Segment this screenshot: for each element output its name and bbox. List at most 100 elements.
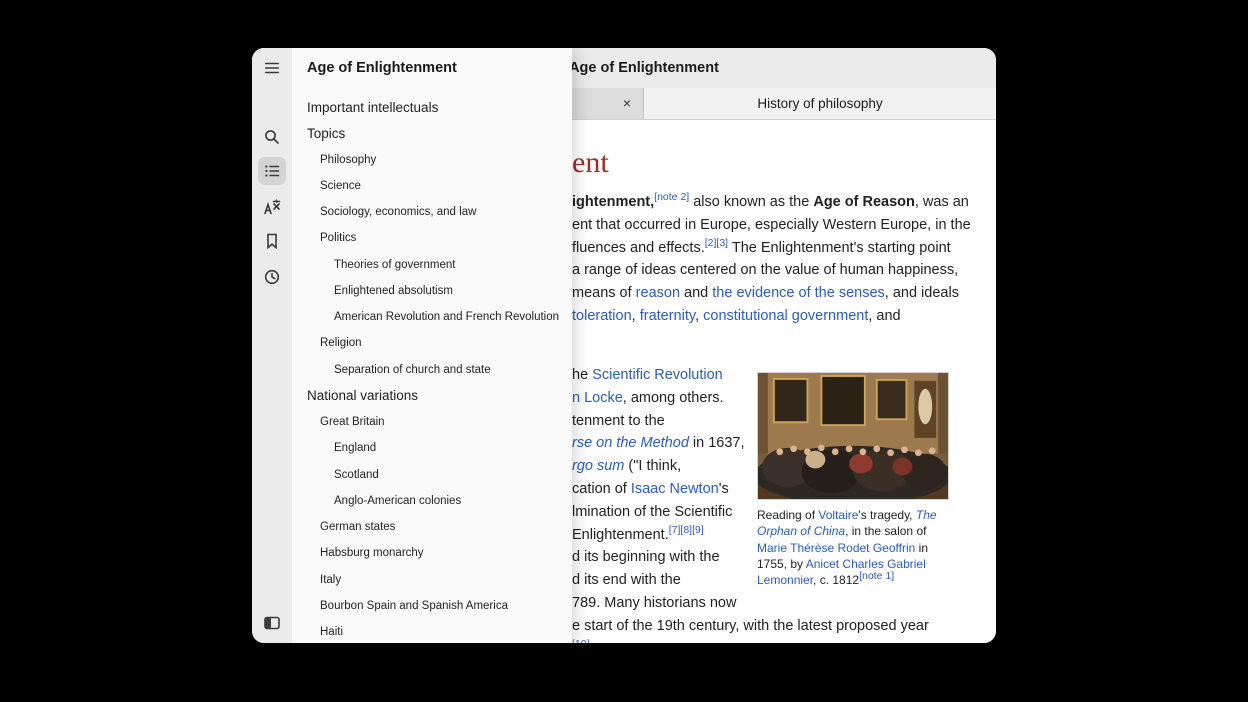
toc-title: Age of Enlightenment xyxy=(307,48,457,88)
text-run: The Enlightenment's starting point xyxy=(728,240,951,256)
text-link[interactable]: Voltaire xyxy=(818,508,858,522)
article-line: means of reason and the evidence of the … xyxy=(572,282,971,305)
sidebar xyxy=(252,48,292,643)
toc-item[interactable]: Religion xyxy=(292,330,572,356)
text-run: ("I think, xyxy=(624,458,681,474)
toc-item[interactable]: Haiti xyxy=(292,619,572,643)
history-button[interactable] xyxy=(258,263,286,291)
article-line: fluences and effects.[2][3] The Enlighte… xyxy=(572,237,971,260)
bookmarks-button[interactable] xyxy=(258,227,286,255)
toc-list: Important intellectualsTopicsPhilosophyS… xyxy=(292,94,572,643)
text-run: , xyxy=(695,308,703,324)
toc-item[interactable]: Scotland xyxy=(292,462,572,488)
toggle-sidebar-button[interactable] xyxy=(258,609,286,637)
search-button[interactable] xyxy=(258,123,286,151)
text-run: and xyxy=(680,285,712,301)
text-run: fluences and effects. xyxy=(572,240,705,256)
text-run: a range of ideas centered on the value o… xyxy=(572,262,958,278)
toc-item[interactable]: Philosophy xyxy=(292,147,572,173)
toc-item[interactable]: Important intellectuals xyxy=(292,94,572,120)
history-icon xyxy=(263,268,281,286)
toc-item[interactable]: Separation of church and state xyxy=(292,357,572,383)
figure-caption: Reading of Voltaire's tragedy, The Orpha… xyxy=(757,507,947,588)
toc-item[interactable]: National variations xyxy=(292,383,572,409)
text-link[interactable]: [10] xyxy=(572,638,590,643)
article-line: a range of ideas centered on the value o… xyxy=(572,259,971,282)
text-run: , among others. xyxy=(623,390,724,406)
text-run: d its end with the xyxy=(572,572,681,588)
text-link[interactable]: reason xyxy=(636,285,680,301)
toc-item[interactable]: Sociology, economics, and law xyxy=(292,199,572,225)
app-window: ent ightenment,[note 2] also known as th… xyxy=(252,48,996,643)
translate-icon xyxy=(263,198,281,216)
text-run: d its beginning with the xyxy=(572,549,720,565)
text-run: he xyxy=(572,367,592,383)
text-link[interactable]: [7][8][9] xyxy=(669,524,704,536)
text-run: ightenment, xyxy=(572,194,654,210)
article-title: ent xyxy=(572,146,609,180)
article-line: ent that occurred in Europe, especially … xyxy=(572,214,971,237)
text-link[interactable]: Scientific Revolution xyxy=(592,367,723,383)
toc-item[interactable]: Enlightened absolutism xyxy=(292,278,572,304)
article-line: e start of the 19th century, with the la… xyxy=(572,615,929,638)
toc-item[interactable]: Topics xyxy=(292,120,572,146)
text-link[interactable]: Marie Thérèse Rodet Geoffrin xyxy=(757,541,915,555)
close-icon: × xyxy=(623,95,631,111)
text-link[interactable]: [note 1] xyxy=(859,570,894,582)
hamburger-menu-icon xyxy=(263,59,281,77)
text-link[interactable]: the evidence of the senses xyxy=(712,285,885,301)
tab-label: History of philosophy xyxy=(757,96,882,111)
toc-item[interactable]: Politics xyxy=(292,225,572,251)
text-link[interactable]: rse on the Method xyxy=(572,435,689,451)
text-run: tenment to the xyxy=(572,413,665,429)
tab-close-button[interactable]: × xyxy=(617,93,637,113)
search-icon xyxy=(263,128,281,146)
toc-item[interactable]: Theories of government xyxy=(292,252,572,278)
article-line: 789. Many historians now xyxy=(572,592,929,615)
text-run: Reading of xyxy=(757,508,818,522)
text-run: , and xyxy=(868,308,900,324)
text-link[interactable]: fraternity xyxy=(640,308,695,324)
text-run: in 1637, xyxy=(689,435,745,451)
article-line: toleration, fraternity, constitutional g… xyxy=(572,305,971,328)
text-run: Age of Reason xyxy=(813,194,915,210)
text-run: ent that occurred in Europe, especially … xyxy=(572,217,971,233)
toc-item[interactable]: England xyxy=(292,435,572,461)
text-link[interactable]: Isaac Newton xyxy=(631,481,719,497)
toc-panel: Age of Enlightenment Important intellect… xyxy=(292,48,572,643)
text-link[interactable]: toleration xyxy=(572,308,632,324)
toc-item[interactable]: Habsburg monarchy xyxy=(292,540,572,566)
article-paragraph: ightenment,[note 2] also known as the Ag… xyxy=(572,191,971,328)
toc-item[interactable]: Italy xyxy=(292,567,572,593)
toc-item[interactable]: Great Britain xyxy=(292,409,572,435)
text-link[interactable]: n Locke xyxy=(572,390,623,406)
toc-item[interactable]: Bourbon Spain and Spanish America xyxy=(292,593,572,619)
salon-painting-image[interactable] xyxy=(757,372,949,500)
article-figure: Reading of Voltaire's tragedy, The Orpha… xyxy=(757,372,949,588)
language-button[interactable] xyxy=(258,193,286,221)
text-run: , and ideals xyxy=(885,285,959,301)
text-run: lmination of the Scientific xyxy=(572,504,732,520)
text-run: , in the salon of xyxy=(845,524,926,538)
main-menu-button[interactable] xyxy=(258,54,286,82)
article-line: ightenment,[note 2] also known as the Ag… xyxy=(572,191,971,214)
text-run: 789. Many historians now xyxy=(572,595,736,611)
text-run: also known as the xyxy=(689,194,813,210)
text-link[interactable]: constitutional government xyxy=(703,308,868,324)
text-run: , c. 1812 xyxy=(813,573,859,587)
text-link[interactable]: [note 2] xyxy=(654,191,689,203)
sidebar-toggle-icon xyxy=(263,615,281,631)
text-run: Enlightenment. xyxy=(572,527,669,543)
text-link[interactable]: [2][3] xyxy=(705,237,728,249)
toc-item[interactable]: American Revolution and French Revolutio… xyxy=(292,304,572,330)
text-run: cation of xyxy=(572,481,631,497)
toc-button[interactable] xyxy=(258,157,286,185)
article-line: [10] xyxy=(572,638,929,643)
toc-item[interactable]: Science xyxy=(292,173,572,199)
toc-item[interactable]: Anglo-American colonies xyxy=(292,488,572,514)
text-run: means of xyxy=(572,285,636,301)
window-title: Age of Enlightenment xyxy=(569,60,719,76)
toc-item[interactable]: German states xyxy=(292,514,572,540)
text-link[interactable]: rgo sum xyxy=(572,458,624,474)
tab-history-of-philosophy[interactable]: History of philosophy xyxy=(644,88,996,119)
